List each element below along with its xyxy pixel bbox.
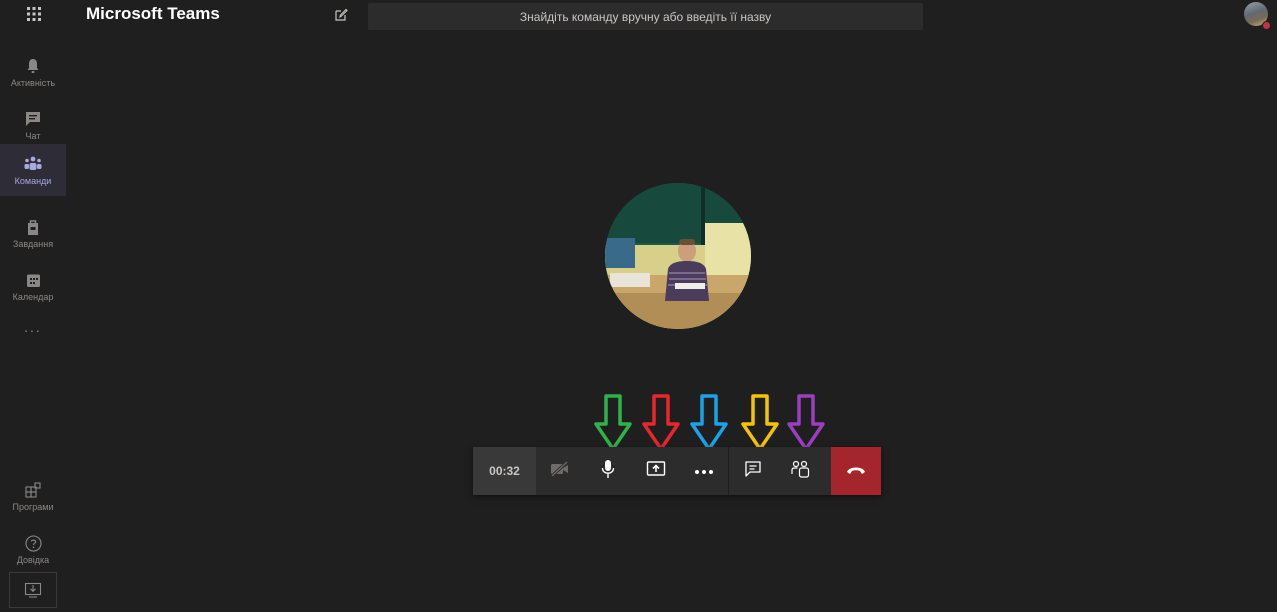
participants-icon — [790, 459, 810, 484]
app-launcher-icon[interactable] — [20, 2, 48, 26]
assignments-icon — [23, 217, 43, 237]
hang-up-button[interactable] — [831, 447, 881, 495]
teams-icon — [23, 154, 43, 174]
top-bar: Microsoft Teams Знайдіть команду вручну … — [0, 0, 1277, 34]
arrow-microphone-icon — [594, 394, 632, 451]
apps-icon — [23, 480, 43, 500]
more-actions-icon — [694, 462, 714, 480]
microphone-button[interactable] — [584, 447, 632, 495]
more-apps-icon[interactable]: ... — [0, 316, 66, 338]
arrow-chat-icon — [741, 394, 779, 451]
rail-item-label: Календар — [12, 292, 54, 302]
show-participants-button[interactable] — [776, 447, 824, 495]
hang-up-icon — [846, 462, 866, 480]
new-chat-icon[interactable] — [330, 4, 352, 26]
chat-icon — [744, 460, 762, 483]
arrow-more-icon — [690, 394, 728, 451]
calendar-icon — [23, 270, 43, 290]
download-app-icon[interactable] — [9, 572, 57, 608]
rail-item-label: Програми — [12, 502, 54, 512]
rail-item-help[interactable]: Довідка — [0, 523, 66, 575]
search-input[interactable]: Знайдіть команду вручну або введіть її н… — [368, 3, 923, 30]
help-icon — [23, 533, 43, 553]
rail-item-label: Чат — [25, 131, 41, 141]
more-actions-button[interactable] — [680, 447, 728, 495]
rail-item-calendar[interactable]: Календар — [0, 260, 66, 312]
camera-off-icon — [550, 460, 570, 482]
arrow-share-icon — [642, 394, 680, 451]
rail-item-apps[interactable]: Програми — [0, 470, 66, 522]
chat-icon — [23, 109, 43, 129]
share-screen-button[interactable] — [632, 447, 680, 495]
share-screen-icon — [646, 460, 666, 483]
presence-status-icon — [1262, 21, 1271, 30]
app-rail: Активність Чат Команди Завдання Календар — [0, 34, 66, 612]
rail-item-label: Завдання — [12, 239, 54, 249]
app-title: Microsoft Teams — [86, 4, 220, 23]
show-conversation-button[interactable] — [728, 447, 776, 495]
participant-avatar — [605, 183, 751, 329]
microphone-icon — [601, 459, 615, 484]
teams-window: Microsoft Teams Знайдіть команду вручну … — [0, 0, 1277, 612]
rail-item-label: Команди — [14, 176, 52, 186]
call-controls: 00:32 — [473, 447, 881, 495]
bell-icon — [23, 56, 43, 76]
rail-item-assignments[interactable]: Завдання — [0, 207, 66, 259]
rail-item-activity[interactable]: Активність — [0, 46, 66, 98]
rail-item-label: Довідка — [16, 555, 50, 565]
rail-item-teams[interactable]: Команди — [0, 144, 66, 196]
camera-toggle-button[interactable] — [536, 447, 584, 495]
arrow-participants-icon — [787, 394, 825, 451]
call-timer: 00:32 — [473, 447, 536, 495]
rail-item-label: Активність — [10, 78, 56, 88]
